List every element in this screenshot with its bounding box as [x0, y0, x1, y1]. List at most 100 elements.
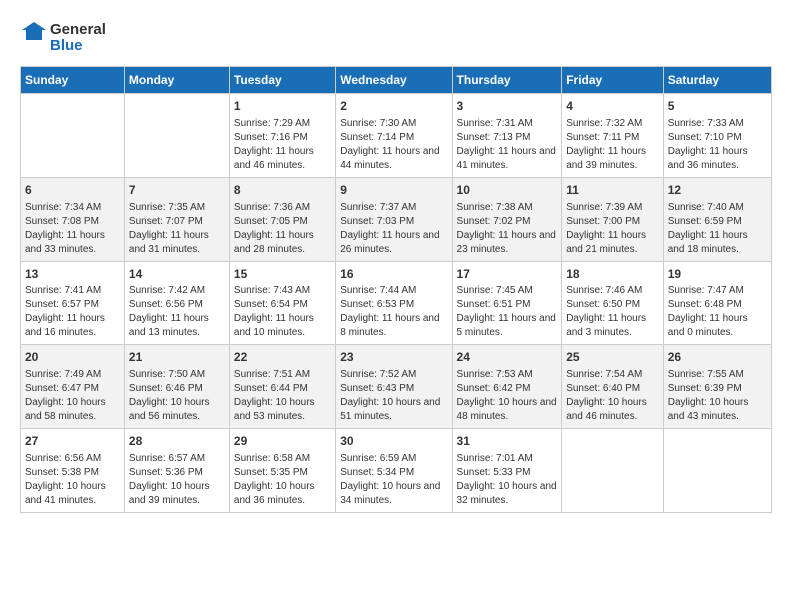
calendar-cell: 9Sunrise: 7:37 AMSunset: 7:03 PMDaylight…: [336, 177, 452, 261]
logo-line2: Blue: [50, 38, 106, 55]
calendar-cell: 11 Sunrise: 7:39 AMSunset: 7:00 PMDayligh…: [562, 177, 664, 261]
column-header-wednesday: Wednesday: [336, 67, 452, 94]
calendar-cell: [663, 429, 771, 513]
day-number: 30: [340, 433, 447, 450]
calendar-cell: 10 Sunrise: 7:38 AMSunset: 7:02 PMDayligh…: [452, 177, 562, 261]
day-info: Sunrise: 7:36 AMSunset: 7:05 PMDaylight:…: [234, 201, 331, 257]
day-number: 3: [457, 98, 558, 115]
calendar-cell: 23 Sunrise: 7:52 AMSunset: 6:43 PMDayligh…: [336, 345, 452, 429]
column-header-thursday: Thursday: [452, 67, 562, 94]
calendar-cell: [124, 94, 229, 178]
day-info: Sunrise: 7:33 AMSunset: 7:10 PMDaylight:…: [668, 117, 767, 173]
column-header-tuesday: Tuesday: [229, 67, 335, 94]
day-info: Sunrise: 7:37 AMSunset: 7:03 PMDaylight:…: [340, 201, 447, 257]
calendar-cell: 24 Sunrise: 7:53 AMSunset: 6:42 PMDayligh…: [452, 345, 562, 429]
day-number: 16: [340, 266, 447, 283]
calendar-cell: 18Sunrise: 7:46 AMSunset: 6:50 PMDayligh…: [562, 261, 664, 345]
day-info: Sunrise: 7:40 AMSunset: 6:59 PMDaylight:…: [668, 201, 767, 257]
calendar-cell: 16Sunrise: 7:44 AMSunset: 6:53 PMDayligh…: [336, 261, 452, 345]
calendar-table: SundayMondayTuesdayWednesdayThursdayFrid…: [20, 66, 772, 513]
day-info: Sunrise: 6:58 AMSunset: 5:35 PMDaylight:…: [234, 452, 331, 508]
column-header-monday: Monday: [124, 67, 229, 94]
calendar-cell: 17Sunrise: 7:45 AMSunset: 6:51 PMDayligh…: [452, 261, 562, 345]
calendar-cell: [21, 94, 125, 178]
day-number: 22: [234, 349, 331, 366]
header-row: SundayMondayTuesdayWednesdayThursdayFrid…: [21, 67, 772, 94]
calendar-cell: 31 Sunrise: 7:01 AMSunset: 5:33 PMDayligh…: [452, 429, 562, 513]
day-number: 13: [25, 266, 120, 283]
day-number: 23: [340, 349, 447, 366]
calendar-cell: 5 Sunrise: 7:33 AMSunset: 7:10 PMDaylight…: [663, 94, 771, 178]
calendar-cell: 2 Sunrise: 7:30 AMSunset: 7:14 PMDaylight…: [336, 94, 452, 178]
calendar-cell: 21Sunrise: 7:50 AMSunset: 6:46 PMDayligh…: [124, 345, 229, 429]
day-number: 28: [129, 433, 225, 450]
day-info: Sunrise: 7:50 AMSunset: 6:46 PMDaylight:…: [129, 368, 225, 424]
day-number: 18: [566, 266, 659, 283]
day-number: 7: [129, 182, 225, 199]
calendar-cell: 6 Sunrise: 7:34 AMSunset: 7:08 PMDaylight…: [21, 177, 125, 261]
day-number: 25: [566, 349, 659, 366]
day-number: 19: [668, 266, 767, 283]
day-info: Sunrise: 7:31 AMSunset: 7:13 PMDaylight:…: [457, 117, 558, 173]
day-info: Sunrise: 7:41 AMSunset: 6:57 PMDaylight:…: [25, 284, 120, 340]
logo-line1: General: [50, 22, 106, 39]
day-number: 27: [25, 433, 120, 450]
day-info: Sunrise: 7:47 AMSunset: 6:48 PMDaylight:…: [668, 284, 767, 340]
day-info: Sunrise: 7:53 AMSunset: 6:42 PMDaylight:…: [457, 368, 558, 424]
day-info: Sunrise: 7:45 AMSunset: 6:51 PMDaylight:…: [457, 284, 558, 340]
day-number: 8: [234, 182, 331, 199]
calendar-cell: 25 Sunrise: 7:54 AMSunset: 6:40 PMDayligh…: [562, 345, 664, 429]
logo: General Blue: [20, 20, 106, 56]
day-number: 31: [457, 433, 558, 450]
calendar-cell: 14Sunrise: 7:42 AMSunset: 6:56 PMDayligh…: [124, 261, 229, 345]
day-number: 15: [234, 266, 331, 283]
calendar-cell: 3 Sunrise: 7:31 AMSunset: 7:13 PMDaylight…: [452, 94, 562, 178]
day-number: 12: [668, 182, 767, 199]
day-info: Sunrise: 6:56 AMSunset: 5:38 PMDaylight:…: [25, 452, 120, 508]
calendar-cell: 26Sunrise: 7:55 AMSunset: 6:39 PMDayligh…: [663, 345, 771, 429]
calendar-cell: 30 Sunrise: 6:59 AMSunset: 5:34 PMDayligh…: [336, 429, 452, 513]
calendar-cell: 15Sunrise: 7:43 AMSunset: 6:54 PMDayligh…: [229, 261, 335, 345]
day-number: 2: [340, 98, 447, 115]
day-number: 5: [668, 98, 767, 115]
calendar-cell: 13Sunrise: 7:41 AMSunset: 6:57 PMDayligh…: [21, 261, 125, 345]
week-row-5: 27 Sunrise: 6:56 AMSunset: 5:38 PMDayligh…: [21, 429, 772, 513]
week-row-1: 1 Sunrise: 7:29 AMSunset: 7:16 PMDaylight…: [21, 94, 772, 178]
day-number: 29: [234, 433, 331, 450]
day-info: Sunrise: 7:35 AMSunset: 7:07 PMDaylight:…: [129, 201, 225, 257]
calendar-cell: 27 Sunrise: 6:56 AMSunset: 5:38 PMDayligh…: [21, 429, 125, 513]
day-info: Sunrise: 7:34 AMSunset: 7:08 PMDaylight:…: [25, 201, 120, 257]
day-number: 6: [25, 182, 120, 199]
day-number: 24: [457, 349, 558, 366]
day-number: 10: [457, 182, 558, 199]
calendar-cell: 1 Sunrise: 7:29 AMSunset: 7:16 PMDaylight…: [229, 94, 335, 178]
calendar-cell: 12 Sunrise: 7:40 AMSunset: 6:59 PMDayligh…: [663, 177, 771, 261]
day-info: Sunrise: 7:46 AMSunset: 6:50 PMDaylight:…: [566, 284, 659, 340]
calendar-cell: 19Sunrise: 7:47 AMSunset: 6:48 PMDayligh…: [663, 261, 771, 345]
day-info: Sunrise: 7:30 AMSunset: 7:14 PMDaylight:…: [340, 117, 447, 173]
day-info: Sunrise: 7:43 AMSunset: 6:54 PMDaylight:…: [234, 284, 331, 340]
calendar-cell: 20Sunrise: 7:49 AMSunset: 6:47 PMDayligh…: [21, 345, 125, 429]
day-info: Sunrise: 7:44 AMSunset: 6:53 PMDaylight:…: [340, 284, 447, 340]
day-info: Sunrise: 7:01 AMSunset: 5:33 PMDaylight:…: [457, 452, 558, 508]
calendar-cell: 7 Sunrise: 7:35 AMSunset: 7:07 PMDaylight…: [124, 177, 229, 261]
day-number: 14: [129, 266, 225, 283]
week-row-3: 13Sunrise: 7:41 AMSunset: 6:57 PMDayligh…: [21, 261, 772, 345]
logo-graphic: General Blue: [20, 20, 106, 56]
day-info: Sunrise: 7:52 AMSunset: 6:43 PMDaylight:…: [340, 368, 447, 424]
day-info: Sunrise: 6:59 AMSunset: 5:34 PMDaylight:…: [340, 452, 447, 508]
day-info: Sunrise: 7:51 AMSunset: 6:44 PMDaylight:…: [234, 368, 331, 424]
day-info: Sunrise: 7:54 AMSunset: 6:40 PMDaylight:…: [566, 368, 659, 424]
day-number: 17: [457, 266, 558, 283]
day-info: Sunrise: 7:39 AMSunset: 7:00 PMDaylight:…: [566, 201, 659, 257]
calendar-cell: 28Sunrise: 6:57 AMSunset: 5:36 PMDayligh…: [124, 429, 229, 513]
calendar-cell: 29 Sunrise: 6:58 AMSunset: 5:35 PMDayligh…: [229, 429, 335, 513]
day-number: 11: [566, 182, 659, 199]
calendar-cell: 22 Sunrise: 7:51 AMSunset: 6:44 PMDayligh…: [229, 345, 335, 429]
day-info: Sunrise: 7:49 AMSunset: 6:47 PMDaylight:…: [25, 368, 120, 424]
day-number: 1: [234, 98, 331, 115]
day-number: 4: [566, 98, 659, 115]
calendar-cell: 4Sunrise: 7:32 AMSunset: 7:11 PMDaylight…: [562, 94, 664, 178]
day-info: Sunrise: 7:38 AMSunset: 7:02 PMDaylight:…: [457, 201, 558, 257]
day-info: Sunrise: 7:29 AMSunset: 7:16 PMDaylight:…: [234, 117, 331, 173]
